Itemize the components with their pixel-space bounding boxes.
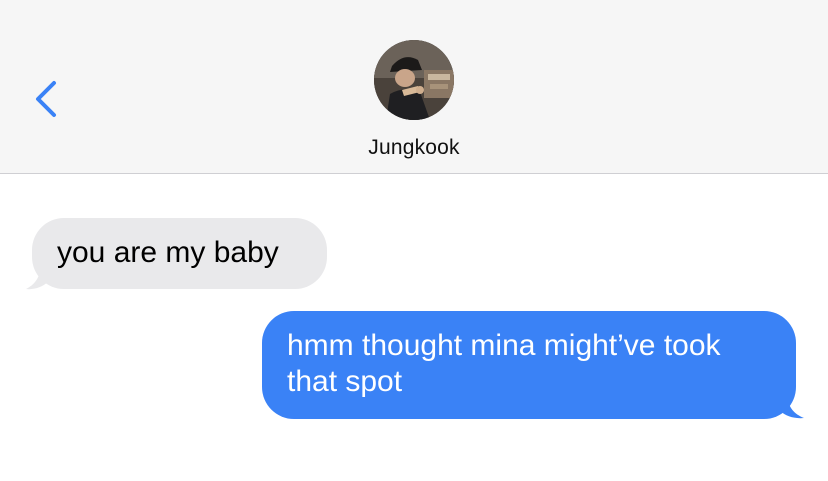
back-button[interactable] bbox=[26, 78, 66, 122]
avatar[interactable] bbox=[374, 40, 454, 120]
outgoing-message-bubble[interactable]: hmm thought mina might’ve took that spot bbox=[262, 311, 796, 419]
incoming-message-bubble[interactable]: you are my baby bbox=[32, 218, 327, 289]
message-text: hmm thought mina might’ve took that spot bbox=[287, 329, 721, 398]
conversation-header: Jungkook bbox=[0, 0, 828, 174]
incoming-bubble-tail bbox=[26, 268, 48, 290]
contact-name[interactable]: Jungkook bbox=[0, 136, 828, 160]
chevron-left-icon bbox=[36, 81, 56, 117]
outgoing-bubble-tail bbox=[780, 397, 804, 419]
message-text: you are my baby bbox=[57, 236, 279, 269]
contact-photo bbox=[374, 40, 454, 120]
